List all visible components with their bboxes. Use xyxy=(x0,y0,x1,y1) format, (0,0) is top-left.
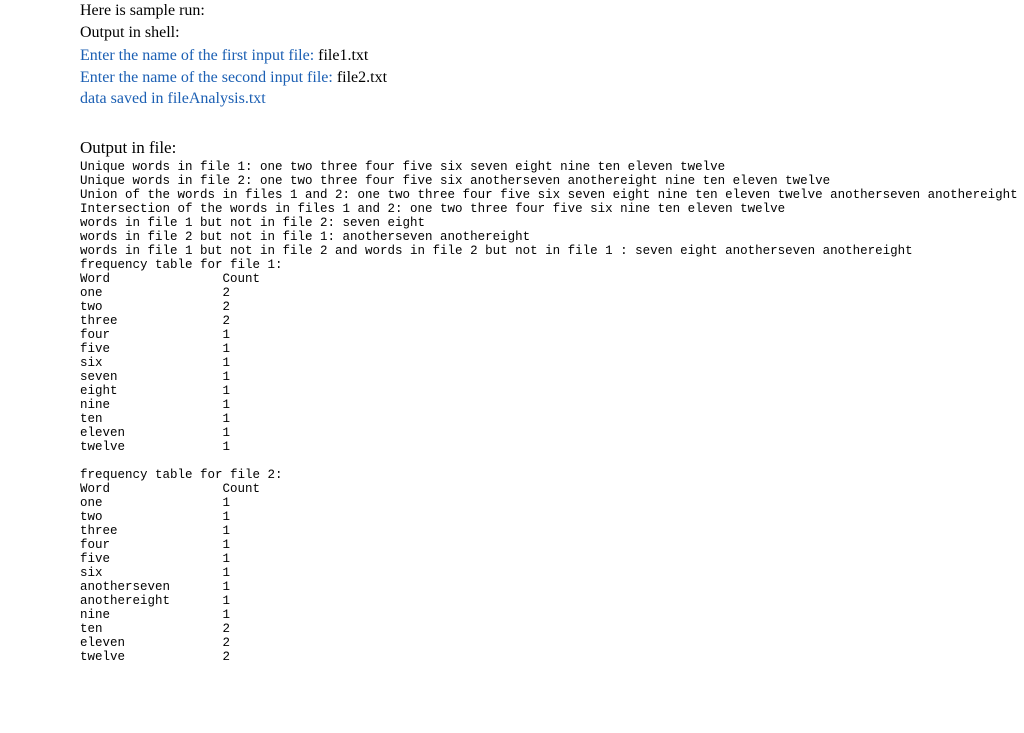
prompt-1-value: file1.txt xyxy=(318,47,368,64)
shell-output: Enter the name of the first input file: … xyxy=(80,45,1024,110)
prompt-2-value: file2.txt xyxy=(337,69,387,86)
intro-line-1: Here is sample run: xyxy=(80,0,1024,22)
shell-prompt-2: Enter the name of the second input file:… xyxy=(80,67,1024,89)
file-output-title: Output in file: xyxy=(80,138,1024,158)
shell-prompt-1: Enter the name of the first input file: … xyxy=(80,45,1024,67)
prompt-1-text: Enter the name of the first input file: xyxy=(80,47,318,64)
prompt-2-text: Enter the name of the second input file: xyxy=(80,69,337,86)
intro-line-2: Output in shell: xyxy=(80,22,1024,44)
document-page: Here is sample run: Output in shell: Ent… xyxy=(0,0,1024,684)
file-output-block: Unique words in file 1: one two three fo… xyxy=(80,160,1024,664)
shell-saved-line: data saved in fileAnalysis.txt xyxy=(80,88,1024,110)
